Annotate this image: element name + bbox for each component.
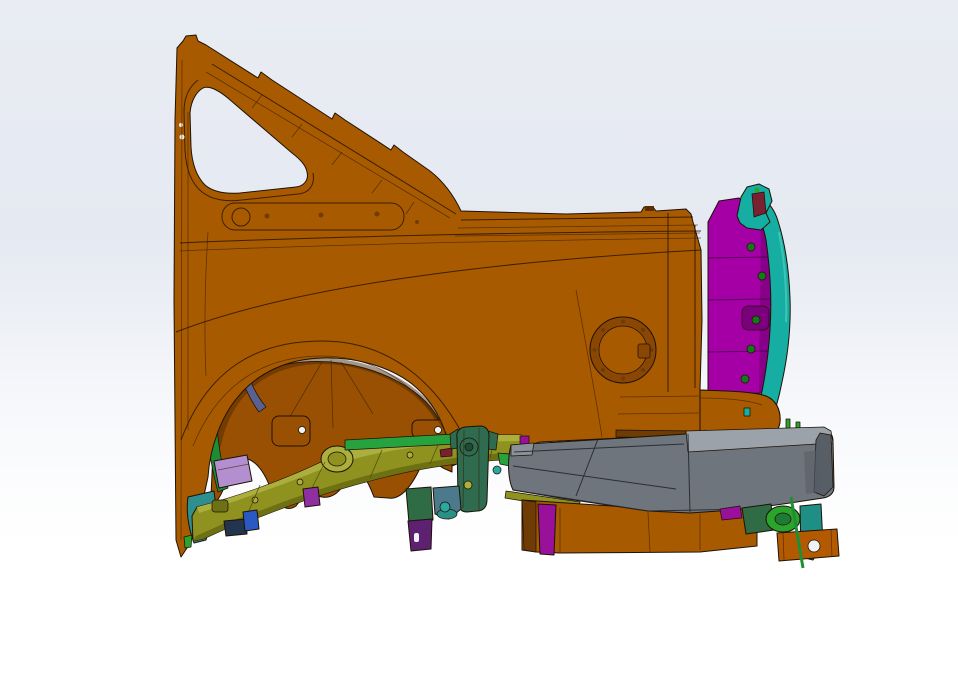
rail-washer-inner — [328, 452, 346, 466]
slot-dot — [319, 213, 324, 218]
underbody-magenta-strip[interactable] — [538, 504, 556, 555]
blue-block[interactable] — [243, 510, 259, 531]
bracket-insert — [752, 192, 766, 217]
teal-screw — [493, 466, 501, 474]
model-canvas[interactable] — [0, 0, 958, 679]
tab-hole — [435, 427, 442, 434]
shock-boss-inner — [465, 443, 473, 451]
filler-latch — [638, 344, 650, 358]
bumper-left-sliver — [511, 443, 534, 456]
pivot-knob — [440, 502, 450, 512]
hanger-slot — [414, 533, 419, 542]
receiver-hole — [808, 540, 820, 552]
hanger-lower[interactable] — [408, 519, 432, 551]
pillar-hole — [179, 123, 183, 127]
slot-dot — [375, 212, 380, 217]
green-sliver — [184, 535, 192, 548]
bumper-inner-shadow — [804, 450, 821, 494]
bracket-dot — [755, 188, 760, 193]
teal-clip — [744, 408, 750, 416]
shock-bolt — [464, 481, 472, 489]
small-purple-block[interactable] — [303, 487, 320, 507]
fuel-filler-ring[interactable] — [590, 317, 656, 383]
pivot-bracket[interactable] — [433, 486, 461, 519]
rail-bump — [645, 206, 654, 211]
tab-hole — [299, 427, 306, 434]
underbody-edge — [522, 500, 536, 552]
rail-slot — [212, 500, 228, 512]
spring-hanger-bracket[interactable] — [406, 487, 433, 551]
slot-dot — [265, 214, 270, 219]
shock-lug — [488, 431, 498, 450]
red-sliver — [440, 448, 452, 457]
cad-viewport[interactable] — [0, 0, 958, 679]
slot-dot — [415, 220, 419, 224]
hitch-cylinder-core — [775, 513, 791, 525]
hanger-upper[interactable] — [406, 487, 433, 523]
